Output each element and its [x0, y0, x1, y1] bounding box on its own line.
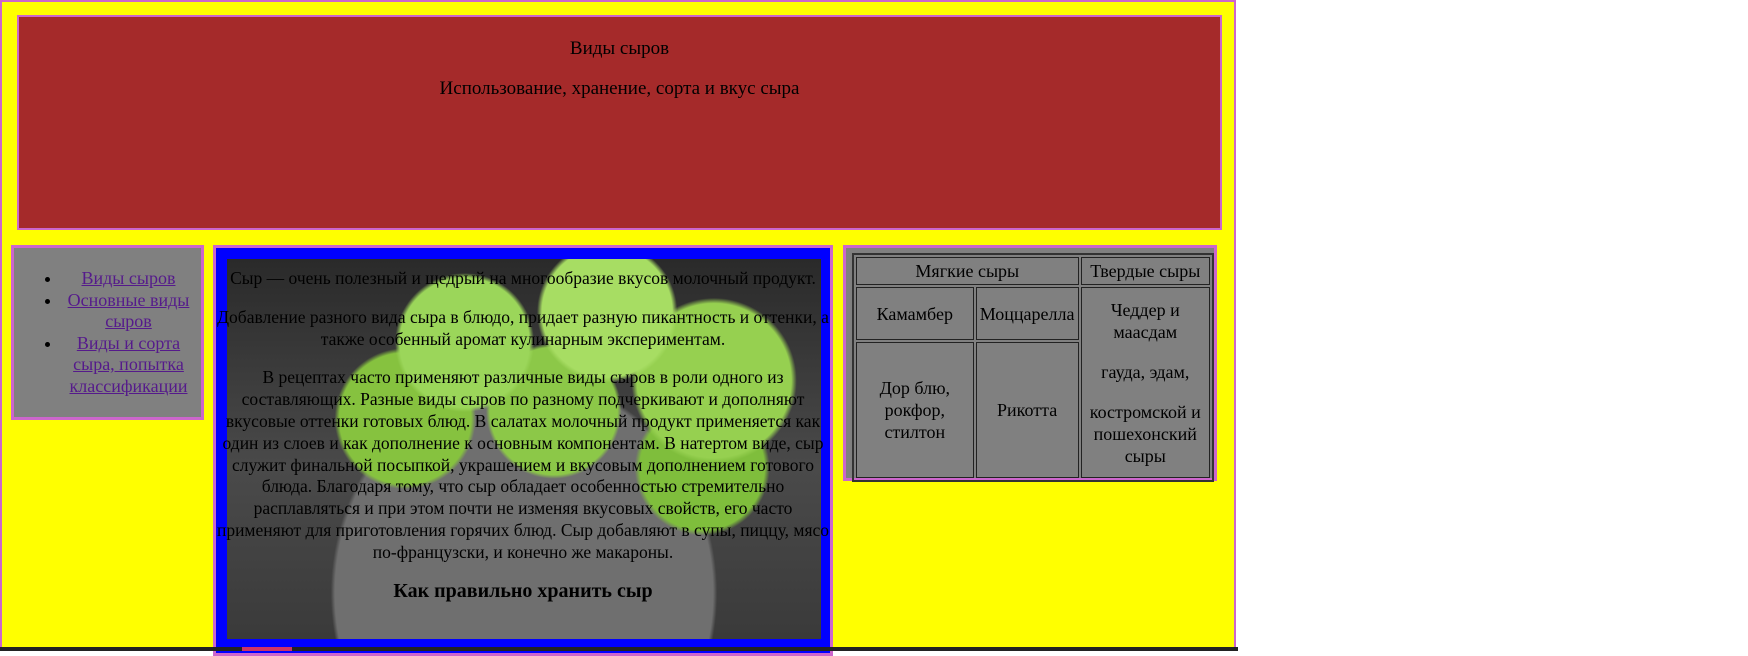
main-content: Сыр — очень полезный и щедрый на многооб… — [213, 245, 833, 656]
paragraph-usage: Добавление разного вида сыра в блюдо, пр… — [217, 306, 829, 349]
nav-link-cheese-classification[interactable]: Виды и сорта сыра, попытка классификации — [70, 333, 188, 396]
nav-list: Виды сыров Основные виды сыров Виды и со… — [14, 268, 195, 397]
nav-link-cheese-types[interactable]: Виды сыров — [82, 268, 176, 288]
sidebar-nav: Виды сыров Основные виды сыров Виды и со… — [11, 245, 204, 420]
hard-cheese-2: гауда, эдам, — [1101, 361, 1190, 382]
cell-mozzarella: Моццарелла — [975, 287, 1079, 340]
hard-cheese-1: Чеддер и маасдам — [1110, 299, 1180, 342]
site-header: Виды сыров Использование, хранение, сорт… — [17, 15, 1222, 230]
paragraph-recipes: В рецептах часто применяют различные вид… — [216, 367, 830, 562]
section-heading-storage: Как правильно хранить сыр — [393, 579, 653, 602]
page-subtitle: Использование, хранение, сорта и вкус сы… — [439, 78, 800, 99]
table-row: Камамбер Моццарелла Чеддер и маасдам гау… — [856, 287, 1210, 478]
hard-cheese-3: костромской и пошехонский сыры — [1089, 401, 1201, 466]
nav-item: Основные виды сыров — [62, 290, 195, 333]
cell-blue-cheeses: Дор блю, рокфор, стилтон — [856, 342, 974, 478]
horizontal-scrollbar[interactable] — [0, 647, 1238, 651]
header-soft-cheeses: Мягкие сыры — [856, 257, 1079, 285]
scrollbar-thumb[interactable] — [242, 647, 292, 651]
cell-camembert: Камамбер — [856, 287, 974, 340]
cheese-table: Мягкие сыры Твердые сыры Камамбер Моццар… — [852, 253, 1214, 482]
main-text: Сыр — очень полезный и щедрый на многооб… — [216, 268, 830, 602]
paragraph-intro: Сыр — очень полезный и щедрый на многооб… — [230, 268, 816, 288]
cheese-table-panel: Мягкие сыры Твердые сыры Камамбер Моццар… — [843, 245, 1217, 482]
nav-item: Виды сыров — [62, 268, 195, 290]
cell-hard-cheeses: Чеддер и маасдам гауда, эдам, костромско… — [1080, 287, 1210, 478]
header-hard-cheeses: Твердые сыры — [1080, 257, 1210, 285]
table-header-row: Мягкие сыры Твердые сыры — [856, 257, 1210, 285]
cell-ricotta: Рикотта — [975, 342, 1079, 478]
nav-item: Виды и сорта сыра, попытка классификации — [62, 333, 195, 398]
page-container: Виды сыров Использование, хранение, сорт… — [0, 0, 1236, 656]
page-title: Виды сыров — [569, 38, 670, 59]
nav-link-main-cheese-types[interactable]: Основные виды сыров — [68, 290, 190, 332]
